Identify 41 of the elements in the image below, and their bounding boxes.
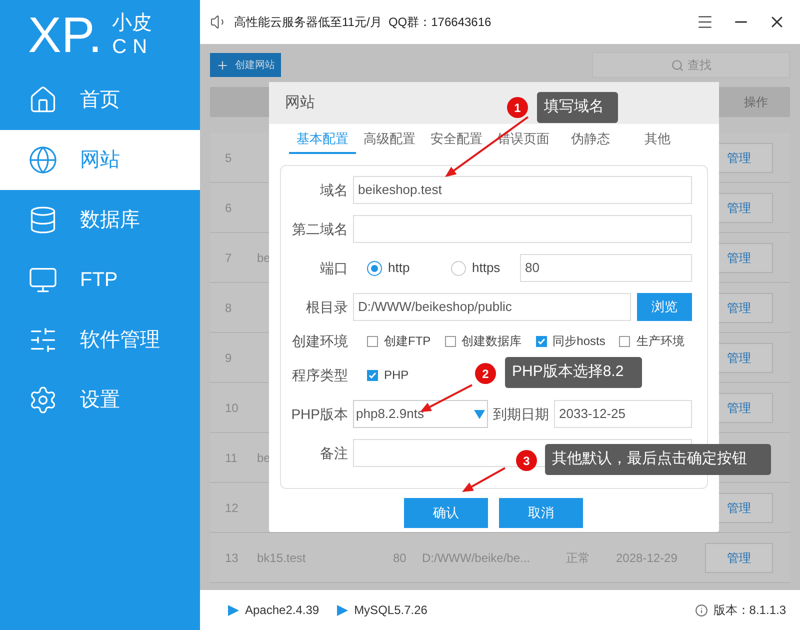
table-cell-text: 9 [224,350,233,366]
announcement: 高性能云服务器低至11元/月 QQ群：176643616 [234,14,492,31]
field-label: 第二域名 [291,220,349,238]
radio-label: https [472,259,500,278]
field-label: 域名 [319,180,349,200]
field-label: 端口 [319,258,349,278]
service-label: MySQL5.7.26 [354,602,428,619]
table-cell-text: 8 [224,300,233,316]
table-cell-text: 5 [224,150,233,166]
checkbox-label: PHP [384,367,409,384]
dialog-title: 网站 [285,92,315,113]
field-label: 程序类型 [291,366,349,384]
field-label: PHP版本 [290,404,349,424]
field-label: 创建环境 [291,332,349,350]
table-cell: bk15.test [257,550,306,564]
field-label: 备注 [319,444,349,462]
checkbox-label: 创建FTP [384,333,431,350]
table-cell: be [257,250,270,264]
version-label: 版本：8.1.1.3 [713,602,786,619]
field-label: 到期日期 [492,404,550,424]
table-cell-text: 13 [224,550,240,566]
table-cell-text: 11 [224,450,238,466]
step-tooltip: 填写域名 [537,92,618,123]
checkbox-label: 创建数据库 [462,333,522,350]
service-label: Apache2.4.39 [245,602,320,619]
table-cell: 正常 [566,550,590,564]
checkbox-label: 生产环境 [636,333,684,350]
table-cell-text: 12 [224,500,240,516]
table-cell-text: 10 [224,400,240,416]
field-label: 根目录 [305,298,349,316]
table-cell: be [257,450,270,464]
table-cell: 2028-12-29 [616,550,678,564]
checkbox-label: 同步hosts [552,333,606,350]
table-cell: 80 [393,550,406,564]
radio-label: http [388,259,410,278]
step-tooltip: 其他默认，最后点击确定按钮 [545,444,771,475]
table-cell-text: 6 [224,200,233,216]
column-header: 操作 [744,94,768,111]
step-tooltip: PHP版本选择8.2 [505,357,642,388]
table-cell-text: 7 [224,250,233,266]
table-cell: D:/WWW/beike/be... [422,550,530,564]
